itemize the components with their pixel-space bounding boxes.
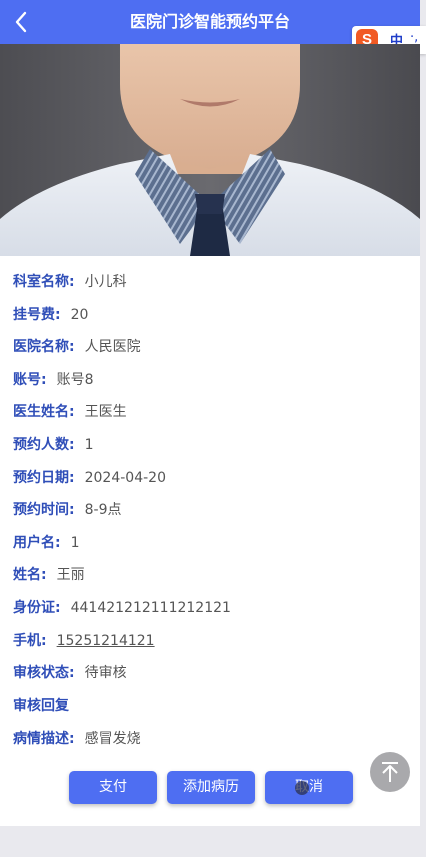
field-value: 感冒发烧: [84, 731, 141, 747]
cancel-button[interactable]: 取消: [265, 771, 353, 804]
field-date: 预约日期: 2024-04-20: [13, 468, 166, 488]
field-value: 20: [70, 307, 89, 323]
field-audit-reply: 审核回复: [13, 696, 79, 716]
field-idcard: 身份证: 441421212111212121: [13, 598, 231, 618]
field-label: 手机:: [13, 633, 47, 649]
field-label: 科室名称:: [13, 274, 75, 290]
ime-punctuation[interactable]: ·,: [410, 30, 418, 45]
field-illness: 病情描述: 感冒发烧: [13, 729, 141, 749]
field-value: 1: [70, 535, 80, 551]
field-phone: 手机: 15251214121: [13, 631, 155, 651]
page: 医院门诊智能预约平台 S 中 ·, 科室名称: 小儿科 挂号费: 20 医院名称…: [0, 0, 426, 857]
field-username: 用户名: 1: [13, 533, 80, 553]
add-record-button[interactable]: 添加病历: [167, 771, 255, 804]
field-label: 预约日期:: [13, 470, 75, 486]
doctor-photo: [0, 44, 420, 256]
field-department: 科室名称: 小儿科: [13, 272, 127, 292]
field-doctor: 医生姓名: 王医生: [13, 402, 127, 422]
field-label: 账号:: [13, 372, 47, 388]
field-value: 待审核: [84, 665, 127, 681]
field-label: 预约人数:: [13, 437, 75, 453]
arrow-up-icon: [382, 762, 398, 782]
field-label: 医院名称:: [13, 339, 75, 355]
field-name: 姓名: 王丽: [13, 565, 85, 585]
scroll-to-top-button[interactable]: [370, 752, 410, 792]
cursor-indicator: [295, 781, 309, 795]
field-label: 预约时间:: [13, 502, 75, 518]
field-label: 审核回复: [13, 698, 69, 714]
field-value: 441421212111212121: [70, 600, 231, 616]
field-value: 8-9点: [84, 502, 122, 518]
field-people: 预约人数: 1: [13, 435, 94, 455]
field-value: 王医生: [84, 404, 127, 420]
phone-link[interactable]: 15251214121: [57, 633, 155, 649]
field-label: 身份证:: [13, 600, 61, 616]
field-label: 用户名:: [13, 535, 61, 551]
field-value: 王丽: [56, 567, 85, 583]
field-value: 1: [84, 437, 94, 453]
field-label: 病情描述:: [13, 731, 75, 747]
field-fee: 挂号费: 20: [13, 305, 88, 325]
field-label: 审核状态:: [13, 665, 75, 681]
field-time: 预约时间: 8-9点: [13, 500, 121, 520]
field-account: 账号: 账号8: [13, 370, 94, 390]
field-hospital: 医院名称: 人民医院: [13, 337, 141, 357]
field-label: 医生姓名:: [13, 404, 75, 420]
field-value: 账号8: [56, 372, 94, 388]
back-button[interactable]: [8, 6, 36, 38]
field-audit-status: 审核状态: 待审核: [13, 663, 127, 683]
field-value: 人民医院: [84, 339, 141, 355]
pay-button[interactable]: 支付: [69, 771, 157, 804]
field-value: 小儿科: [84, 274, 127, 290]
field-value: 2024-04-20: [84, 470, 166, 486]
field-label: 姓名:: [13, 567, 47, 583]
field-label: 挂号费:: [13, 307, 61, 323]
chevron-left-icon: [15, 11, 27, 33]
